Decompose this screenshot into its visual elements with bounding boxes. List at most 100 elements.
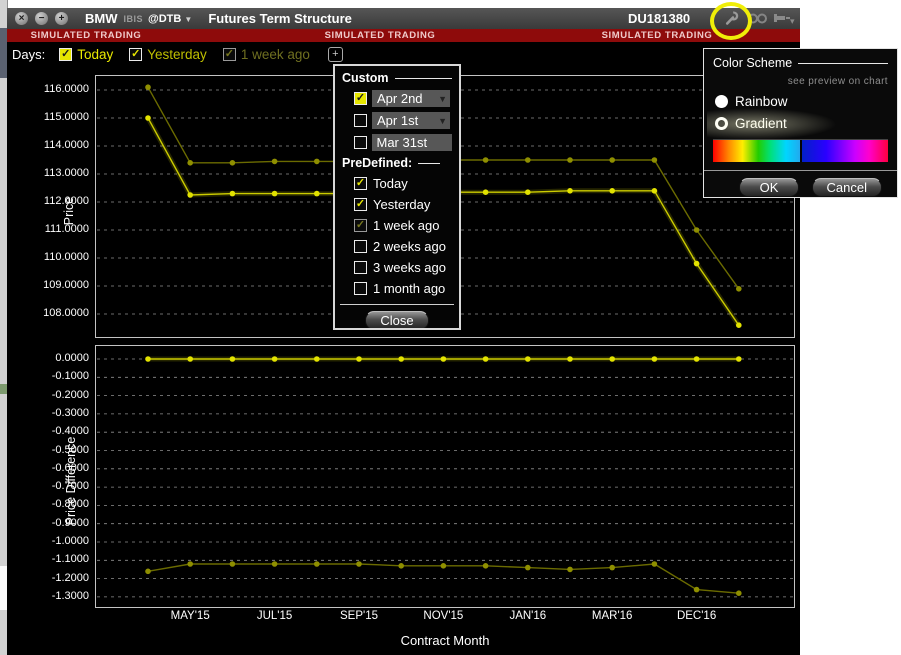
radio-icon[interactable] — [715, 95, 728, 108]
custom-date-row: ✓ Apr 2nd ▼ — [354, 90, 452, 107]
predefined-day-today[interactable]: ✓ Today — [354, 176, 452, 191]
custom-dialog-title: Custom — [342, 71, 389, 85]
color-option-label: Gradient — [735, 116, 787, 131]
predefined-day-label: 3 weeks ago — [373, 260, 446, 275]
predefined-day-1-month-ago[interactable]: 1 month ago — [354, 281, 452, 296]
day-toggle-yesterday[interactable]: ✓ Yesterday — [129, 47, 207, 62]
banner-text: SIMULATED TRADING — [31, 30, 142, 41]
cancel-button[interactable]: Cancel — [812, 178, 882, 197]
predefined-day-label: 1 month ago — [373, 281, 445, 296]
color-scheme-dialog: Color Scheme see preview on chart Rainbo… — [703, 48, 898, 198]
banner-text: SIMULATED TRADING — [602, 30, 713, 41]
y-tick: -1.1000 — [13, 553, 89, 565]
price-difference-chart — [95, 345, 795, 608]
checkbox-icon[interactable] — [354, 136, 367, 149]
date-dropdown-value: Apr 2nd — [377, 91, 423, 106]
color-option-gradient[interactable]: Gradient — [715, 116, 888, 131]
x-tick: MAY'15 — [155, 610, 225, 622]
y-tick: -0.2000 — [13, 389, 89, 401]
color-options: Rainbow Gradient — [713, 94, 888, 131]
x-tick: MAR'16 — [577, 610, 647, 622]
checkbox-icon[interactable]: ✓ — [223, 48, 236, 61]
x-axis-title: Contract Month — [295, 633, 595, 648]
window-maximize-button[interactable]: + — [55, 12, 68, 25]
symbol-label: BMW — [85, 11, 118, 26]
y-tick: -0.8000 — [13, 498, 89, 510]
divider — [340, 304, 454, 305]
y-tick: 115.0000 — [13, 111, 89, 123]
day-toggle-1-week-ago[interactable]: ✓ 1 week ago — [223, 47, 310, 62]
radio-icon[interactable] — [715, 117, 728, 130]
y-tick: -0.6000 — [13, 462, 89, 474]
checkbox-icon[interactable] — [354, 114, 367, 127]
checkbox-icon[interactable]: ✓ — [354, 219, 367, 232]
chevron-down-icon: ▼ — [438, 116, 447, 126]
checkbox-icon[interactable]: ✓ — [354, 177, 367, 190]
predefined-day-yesterday[interactable]: ✓ Yesterday — [354, 197, 452, 212]
y-tick: 113.0000 — [13, 167, 89, 179]
page-title: Futures Term Structure — [208, 11, 352, 26]
ok-button[interactable]: OK — [739, 178, 799, 197]
color-option-rainbow[interactable]: Rainbow — [715, 94, 888, 109]
custom-date-row: Apr 1st▼ — [354, 112, 452, 129]
x-tick: DEC'16 — [662, 610, 732, 622]
y-tick: -0.5000 — [13, 444, 89, 456]
page: × − + BMW IBIS @DTB ▼ Futures Term Struc… — [0, 0, 901, 655]
banner-text: SIMULATED TRADING — [325, 30, 436, 41]
y-tick: 110.0000 — [13, 251, 89, 263]
predefined-day-1-week-ago[interactable]: ✓ 1 week ago — [354, 218, 452, 233]
pin-icon[interactable]: ▾ — [773, 12, 795, 27]
account-label: DU181380 — [628, 11, 690, 26]
custom-date-rows: ✓Apr 2nd▼Apr 1st▼Mar 31st — [342, 90, 452, 151]
y-tick: -1.0000 — [13, 535, 89, 547]
y-tick: 109.0000 — [13, 279, 89, 291]
predefined-day-label: 1 week ago — [373, 218, 440, 233]
predefined-day-2-weeks-ago[interactable]: 2 weeks ago — [354, 239, 452, 254]
predefined-day-label: Yesterday — [373, 197, 430, 212]
checkbox-icon[interactable]: ✓ — [354, 198, 367, 211]
checkbox-icon[interactable]: ✓ — [354, 92, 367, 105]
day-toggle-today[interactable]: ✓ Today — [59, 47, 113, 62]
y-tick: -0.3000 — [13, 407, 89, 419]
venue-dropdown[interactable]: @DTB ▼ — [148, 13, 192, 25]
checkbox-icon[interactable] — [354, 261, 367, 274]
date-field-mar-31st[interactable]: Mar 31st — [372, 134, 453, 151]
rainbow-gradient-swatch — [713, 140, 800, 162]
y-tick: 112.0000 — [13, 195, 89, 207]
predefined-day-label: 2 weeks ago — [373, 239, 446, 254]
date-dropdown-apr-2nd[interactable]: Apr 2nd ▼ — [372, 90, 450, 107]
chevron-down-icon: ▼ — [438, 94, 447, 104]
window-close-button[interactable]: × — [15, 12, 28, 25]
window-minimize-button[interactable]: − — [35, 12, 48, 25]
color-dialog-title: Color Scheme — [713, 56, 792, 70]
checkbox-icon[interactable] — [354, 282, 367, 295]
color-option-label: Rainbow — [735, 94, 788, 109]
x-tick: JAN'16 — [493, 610, 563, 622]
y-tick: -1.3000 — [13, 590, 89, 602]
blue-magenta-gradient-swatch — [802, 140, 889, 162]
x-tick: NOV'15 — [408, 610, 478, 622]
predefined-day-label: Today — [373, 176, 408, 191]
checkbox-icon[interactable] — [354, 240, 367, 253]
y-tick: 111.0000 — [13, 223, 89, 235]
day-toggle-label: Today — [77, 47, 113, 62]
add-day-button[interactable]: + — [328, 47, 343, 62]
day-toggle-label: Yesterday — [147, 47, 207, 62]
days-label: Days: — [12, 47, 45, 62]
y-tick: 108.0000 — [13, 307, 89, 319]
simulated-trading-banner: SIMULATED TRADING SIMULATED TRADING SIMU… — [7, 29, 800, 42]
checkbox-icon[interactable]: ✓ — [59, 48, 72, 61]
custom-date-row: Mar 31st — [354, 134, 452, 151]
days-toolbar: Days: ✓ Today ✓ Yesterday ✓ 1 week ago + — [7, 42, 800, 66]
date-dropdown-apr-1st[interactable]: Apr 1st▼ — [372, 112, 450, 129]
day-toggle-label: 1 week ago — [241, 47, 310, 62]
predefined-day-3-weeks-ago[interactable]: 3 weeks ago — [354, 260, 452, 275]
chevron-down-icon: ▼ — [184, 15, 192, 24]
checkbox-icon[interactable]: ✓ — [129, 48, 142, 61]
close-button[interactable]: Close — [365, 311, 428, 330]
divider — [704, 170, 897, 171]
days-items: ✓ Today ✓ Yesterday ✓ 1 week ago — [59, 47, 310, 62]
predefined-title: PreDefined: — [342, 156, 412, 170]
feed-label: IBIS — [124, 14, 144, 24]
y-tick: -0.7000 — [13, 480, 89, 492]
